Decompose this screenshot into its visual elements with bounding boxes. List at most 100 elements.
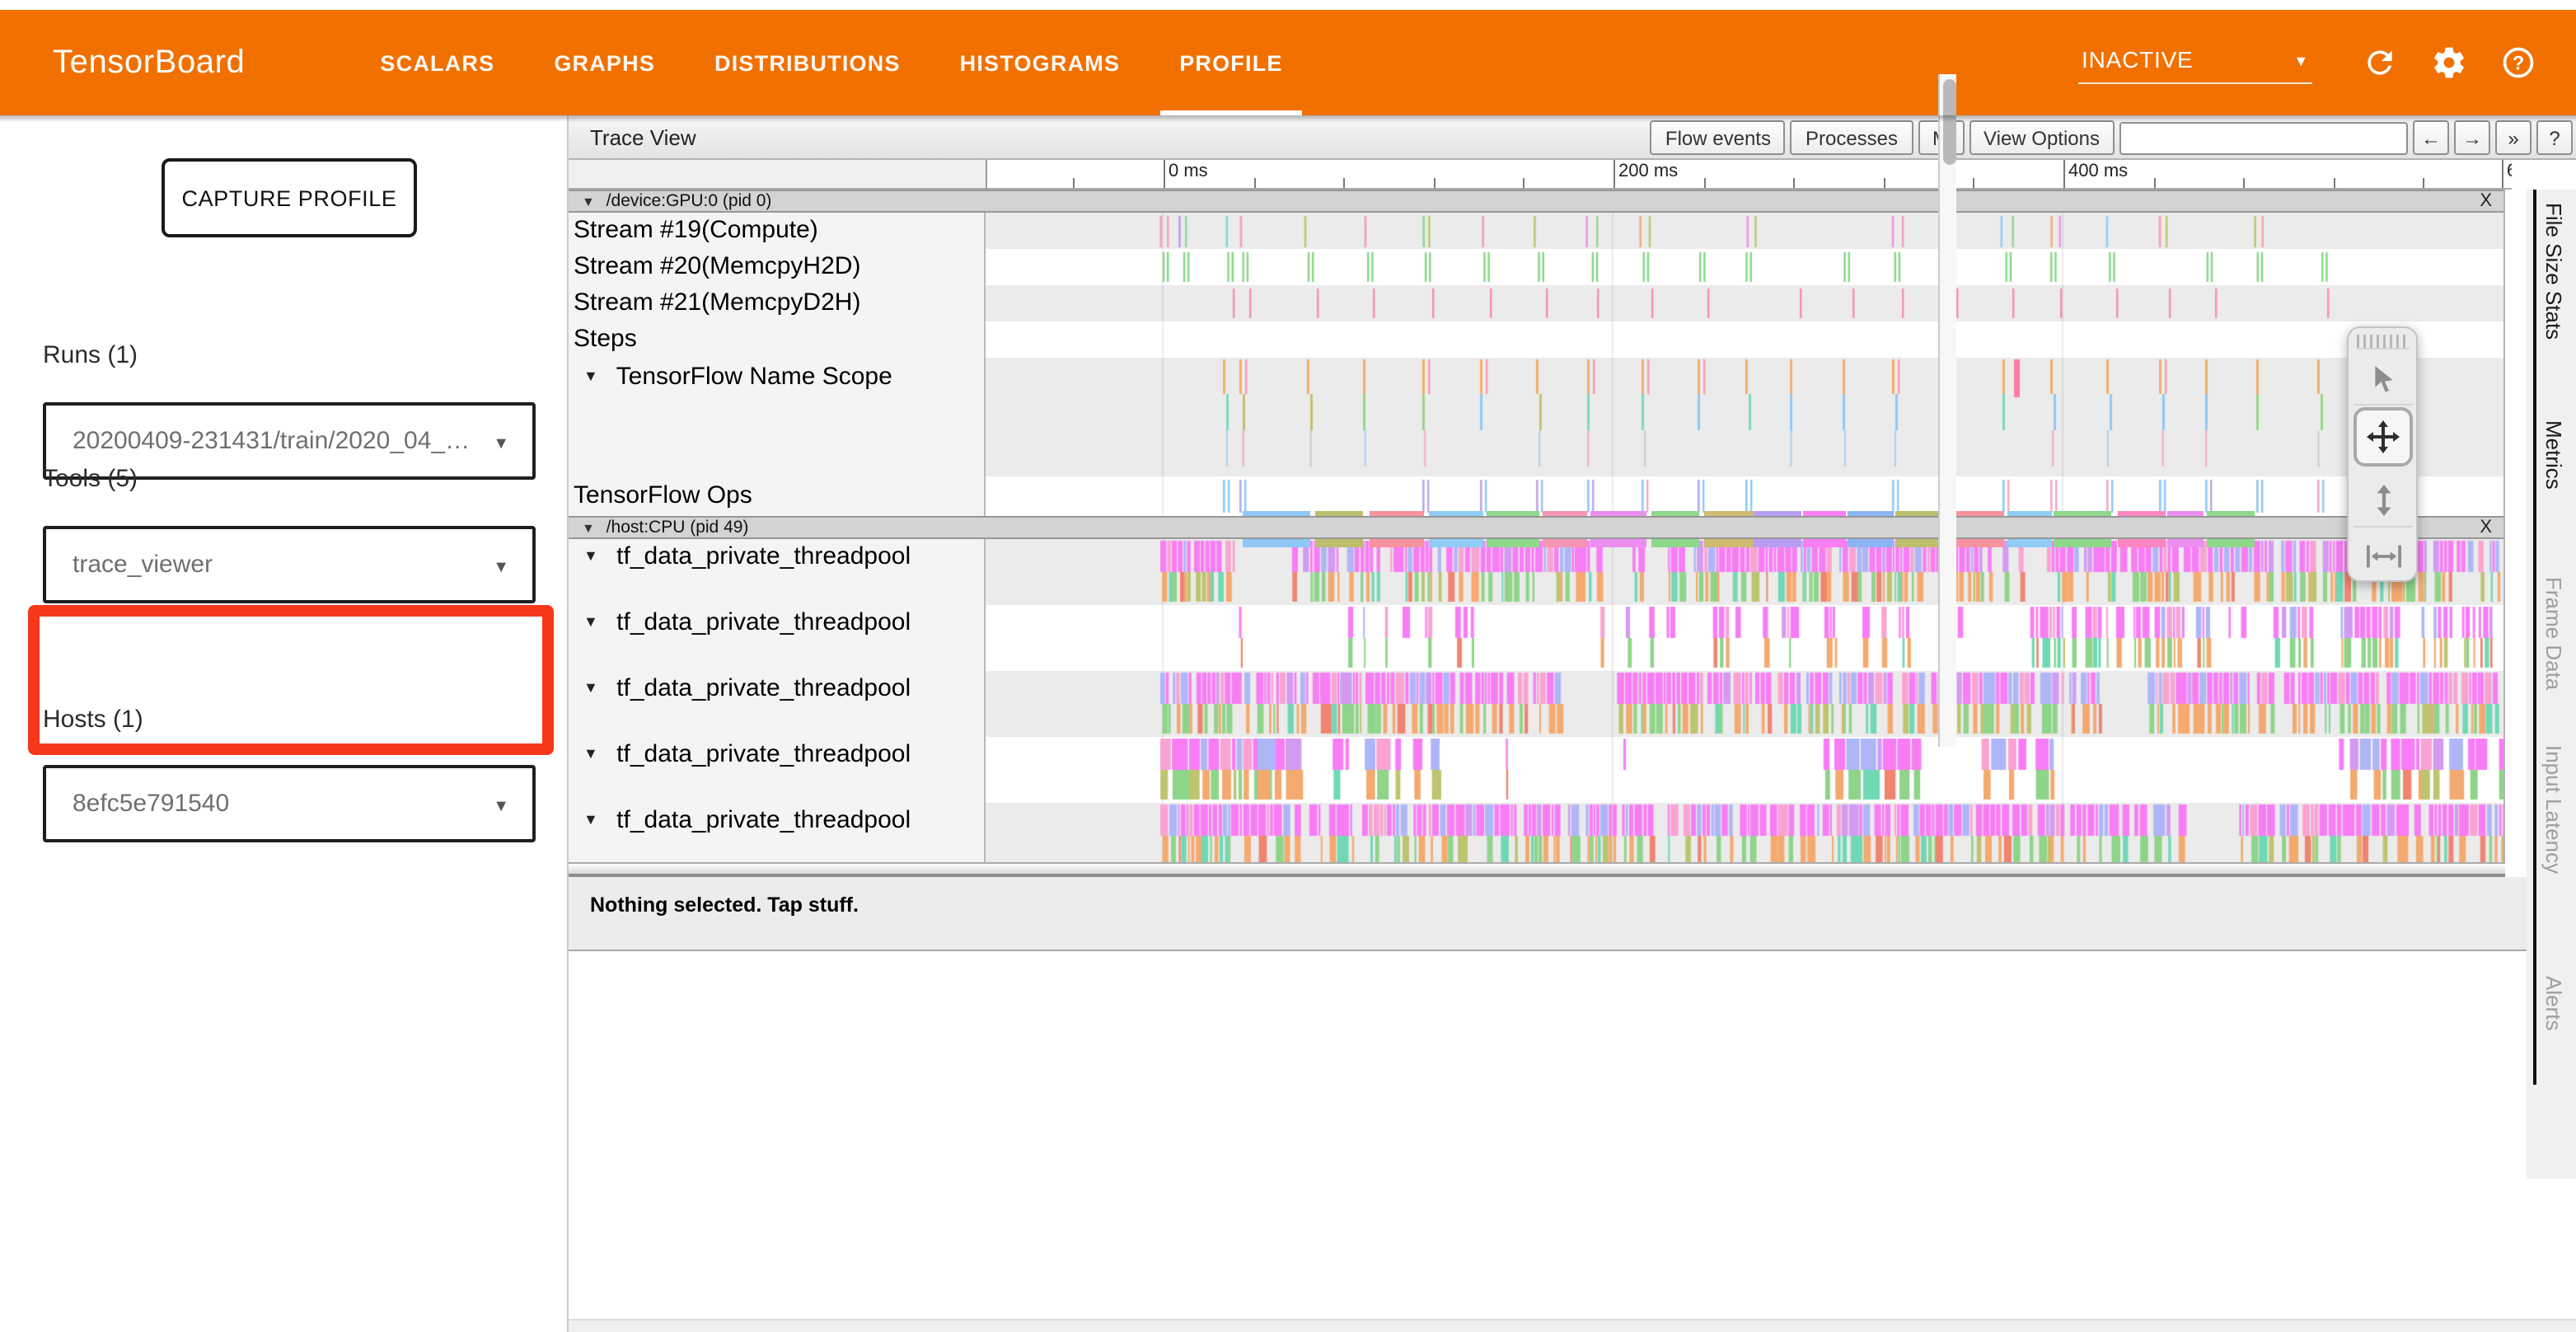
ruler-label: 0 ms <box>1169 162 1208 181</box>
thread-track-label: ▼ tf_data_private_threadpool <box>583 674 911 702</box>
help-icon[interactable]: ? <box>2499 43 2538 82</box>
vertical-scrollbar-thumb[interactable] <box>1942 79 1955 165</box>
ruler-major-tick <box>2063 160 2065 190</box>
cpu-section-title: ▼ /host:CPU (pid 49) <box>582 518 748 537</box>
ruler-minor-tick <box>1974 178 1975 188</box>
nav-tab-profile[interactable]: PROFILE <box>1150 10 1312 115</box>
detail-panel-body <box>569 951 2576 1319</box>
capture-profile-button[interactable]: CAPTURE PROFILE <box>162 158 417 237</box>
ruler-minor-tick <box>1524 178 1525 188</box>
timing-tool-button[interactable] <box>2354 529 2413 584</box>
cpu-section-header[interactable]: ▼ /host:CPU (pid 49) X <box>569 516 2505 539</box>
hosts-value: 8efc5e791540 <box>73 790 229 818</box>
svg-text:?: ? <box>2513 52 2525 74</box>
ruler-left-spacer <box>569 160 986 190</box>
hosts-dropdown[interactable]: 8efc5e791540 ▼ <box>43 765 536 842</box>
collapse-triangle-icon[interactable]: ▼ <box>583 613 598 630</box>
collapse-triangle-icon[interactable]: ▼ <box>582 521 595 536</box>
track-label: Stream #20(MemcpyH2D) <box>574 249 860 285</box>
chevron-down-icon: ▼ <box>493 435 509 453</box>
top-navbar: TensorBoard SCALARSGRAPHSDISTRIBUTIONSHI… <box>0 10 2576 115</box>
side-tab-input-latency[interactable]: Input Latency <box>2541 745 2566 874</box>
app-title: TensorBoard <box>53 44 245 82</box>
cursor-arrow-icon <box>2369 363 2397 392</box>
chevron-down-icon: ▼ <box>2293 52 2309 68</box>
tool-panel-grip[interactable] <box>2357 335 2410 349</box>
nav-tab-distributions[interactable]: DISTRIBUTIONS <box>685 10 930 115</box>
tools-label: Tools (5) <box>43 465 138 493</box>
toolbar-next-button[interactable]: → <box>2454 120 2490 155</box>
tracks-viewport[interactable]: Stream #19(Compute)Stream #20(MemcpyH2D)… <box>569 190 2505 862</box>
collapse-triangle-icon[interactable]: ▼ <box>583 811 598 828</box>
gpu-section-header[interactable]: ▼ /device:GPU:0 (pid 0) X <box>569 190 2505 213</box>
cpu-section-close-button[interactable]: X <box>2480 518 2492 537</box>
toolbar-more-button[interactable]: » <box>2495 120 2532 155</box>
timeline-ruler: 0 ms200 ms400 ms600 <box>986 160 2512 190</box>
nav-tab-scalars[interactable]: SCALARS <box>350 10 524 115</box>
collapse-triangle-icon[interactable]: ▼ <box>583 745 598 762</box>
trace-toolbar: Flow eventsProcessesMView Options←→»? <box>1646 120 2573 155</box>
side-tab-frame-data[interactable]: Frame Data <box>2541 577 2566 690</box>
ruler-minor-tick <box>1703 178 1705 188</box>
nav-tab-histograms[interactable]: HISTOGRAMS <box>930 10 1150 115</box>
chevron-down-icon: ▼ <box>493 559 509 577</box>
ruler-minor-tick <box>1884 178 1885 188</box>
toolbar-button-processes[interactable]: Processes <box>1791 120 1913 155</box>
horizontal-scrollbar[interactable] <box>569 862 2505 877</box>
track-label: ▼ TensorFlow Name Scope <box>583 363 892 391</box>
ruler-minor-tick <box>1434 178 1436 188</box>
chevron-down-icon: ▼ <box>493 798 509 816</box>
hosts-label: Hosts (1) <box>43 706 143 734</box>
left-sidebar: CAPTURE PROFILE Runs (1) 20200409-231431… <box>0 115 569 1332</box>
settings-gear-icon[interactable] <box>2429 43 2469 82</box>
gpu-section-close-button[interactable]: X <box>2480 191 2492 211</box>
detail-panel: Nothing selected. Tap stuff. <box>569 877 2576 951</box>
track-label: Stream #19(Compute) <box>574 213 818 249</box>
ruler-minor-tick <box>1343 178 1345 188</box>
tensorboard-profile-page: TensorBoard SCALARSGRAPHSDISTRIBUTIONSHI… <box>0 0 2576 1332</box>
runs-value: 20200409-231431/train/2020_04_… <box>73 427 470 455</box>
tab-rail-divider <box>2533 190 2536 1085</box>
ruler-label: 200 ms <box>1618 162 1678 181</box>
toolbar-button-flow-events[interactable]: Flow events <box>1651 120 1786 155</box>
toolbar-button-view-options[interactable]: View Options <box>1969 120 2115 155</box>
nav-tab-graphs[interactable]: GRAPHS <box>524 10 685 115</box>
side-tab-rail: File Size Stats Metrics Frame Data Input La… <box>2527 190 2576 1179</box>
pan-tool-button[interactable] <box>2354 407 2413 467</box>
ruler-major-tick <box>1164 160 1165 190</box>
trace-view-header: Trace View Flow eventsProcessesMView Opt… <box>569 115 2576 160</box>
toolbar-search-input[interactable] <box>2119 121 2408 154</box>
collapse-triangle-icon[interactable]: ▼ <box>583 547 598 564</box>
tools-dropdown[interactable]: trace_viewer ▼ <box>43 526 536 603</box>
toolbar-help-button[interactable]: ? <box>2536 120 2573 155</box>
select-tool-button[interactable] <box>2354 351 2413 406</box>
move-icon <box>2367 420 2400 453</box>
thread-track-label: ▼ tf_data_private_threadpool <box>583 608 911 636</box>
toolbar-prev-button[interactable]: ← <box>2413 120 2449 155</box>
tools-value: trace_viewer <box>73 551 213 579</box>
vertical-scrollbar[interactable] <box>1938 74 1956 747</box>
vertical-zoom-tool-button[interactable] <box>2354 473 2413 528</box>
collapse-triangle-icon[interactable]: ▼ <box>582 195 595 209</box>
runs-label: Runs (1) <box>43 341 138 369</box>
reload-icon[interactable] <box>2360 43 2400 82</box>
track-label: TensorFlow Ops <box>574 476 752 516</box>
collapse-triangle-icon[interactable]: ▼ <box>583 679 598 696</box>
thread-track-label: ▼ tf_data_private_threadpool <box>583 542 911 570</box>
track-label: Stream #21(MemcpyD2H) <box>574 285 860 321</box>
side-tab-metrics[interactable]: Metrics <box>2541 420 2566 490</box>
ruler-label: 400 ms <box>2068 162 2128 181</box>
collapse-triangle-icon[interactable]: ▼ <box>583 368 598 384</box>
detail-panel-message: Nothing selected. Tap stuff. <box>590 893 859 917</box>
trace-viewer: Trace View Flow eventsProcessesMView Opt… <box>569 115 2576 1332</box>
ruler-minor-tick <box>2153 178 2155 188</box>
side-tab-alerts[interactable]: Alerts <box>2541 976 2566 1030</box>
ruler-minor-tick <box>2243 178 2245 188</box>
gpu-section-title: ▼ /device:GPU:0 (pid 0) <box>582 191 771 211</box>
trace-view-title: Trace View <box>590 125 696 150</box>
status-dropdown[interactable]: INACTIVE ▼ <box>2078 42 2312 83</box>
ruler-major-tick <box>1614 160 1615 190</box>
track-label: Steps <box>574 321 637 358</box>
side-tab-file-size-stats[interactable]: File Size Stats <box>2541 203 2566 340</box>
ruler-minor-tick <box>1074 178 1075 188</box>
